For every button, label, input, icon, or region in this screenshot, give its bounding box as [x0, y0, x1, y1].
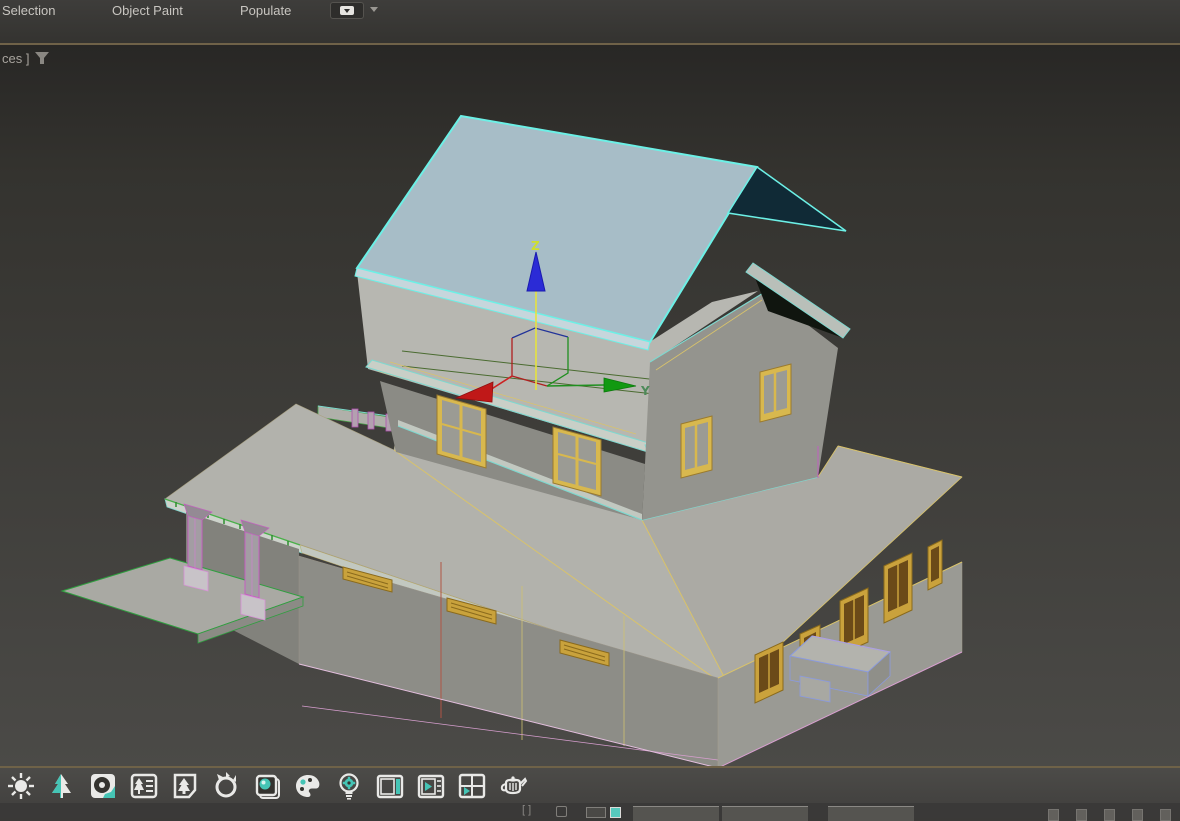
vegetation-button[interactable] — [47, 771, 77, 801]
saw-blade-page-icon — [91, 773, 115, 798]
selection-lock-icon[interactable] — [556, 806, 567, 817]
sun-light-button[interactable] — [6, 771, 36, 801]
monitor-panel-icon — [376, 774, 404, 798]
grid-toggle-icon[interactable] — [610, 807, 621, 818]
ribbon-options-caret-icon[interactable] — [370, 7, 378, 12]
bottom-toolbar — [0, 768, 1180, 803]
panes-arrow-icon — [458, 773, 486, 798]
teapot-render-button[interactable] — [498, 771, 528, 801]
viewport-config-button[interactable] — [375, 771, 405, 801]
tree-icon — [52, 773, 71, 798]
ribbon-minimize-button[interactable] — [330, 2, 364, 19]
frame-stack-icon — [255, 774, 280, 799]
render-setup-button[interactable] — [88, 771, 118, 801]
coordinate-x-field[interactable] — [633, 806, 719, 821]
tab-object-paint[interactable]: Object Paint — [112, 0, 240, 23]
ribbon-bar: Selection Object Paint Populate — [0, 0, 1180, 43]
status-bar: [ ] — [0, 803, 1180, 821]
transform-mode-icon[interactable] — [586, 807, 606, 818]
fire-effect-button[interactable] — [211, 771, 241, 801]
tree-page-icon — [173, 773, 197, 798]
flame-ring-icon — [215, 771, 237, 797]
rendered-frame-button[interactable] — [252, 771, 282, 801]
tree-list-button[interactable] — [129, 771, 159, 801]
viewport-canvas[interactable]: Z Y — [0, 45, 1180, 769]
nav-mini-icon[interactable] — [1048, 809, 1059, 821]
nav-mini-icon[interactable] — [1104, 809, 1115, 821]
play-panel-icon — [417, 774, 445, 798]
coordinate-z-field[interactable] — [828, 806, 914, 821]
nav-mini-icon[interactable] — [1076, 809, 1087, 821]
teapot-icon — [500, 775, 528, 794]
ribbon-tab-strip: Selection Object Paint Populate — [0, 0, 336, 22]
ribbon-minimize-icon — [340, 6, 354, 15]
nav-mini-icon[interactable] — [1132, 809, 1143, 821]
tab-populate[interactable]: Populate — [240, 0, 336, 23]
light-lister-button[interactable] — [334, 771, 364, 801]
tree-page-button[interactable] — [170, 771, 200, 801]
bulb-gear-icon — [339, 772, 359, 800]
layout-panes-button[interactable] — [457, 771, 487, 801]
coordinate-y-field[interactable] — [722, 806, 808, 821]
status-bracket-label: [ ] — [522, 804, 532, 816]
preview-play-button[interactable] — [416, 771, 446, 801]
nav-mini-icon[interactable] — [1160, 809, 1171, 821]
tree-list-icon — [130, 773, 158, 798]
tab-selection[interactable]: Selection — [2, 0, 112, 23]
y-axis-label: Y — [640, 384, 650, 398]
viewport-3d[interactable]: ces ] Z Y — [0, 45, 1180, 769]
z-axis-label: Z — [531, 239, 540, 253]
sun-icon — [8, 772, 34, 799]
palette-icon — [296, 774, 320, 797]
viewport-filter-funnel-icon[interactable] — [34, 51, 50, 66]
viewport-label[interactable]: ces ] — [2, 51, 29, 66]
material-palette-button[interactable] — [293, 771, 323, 801]
